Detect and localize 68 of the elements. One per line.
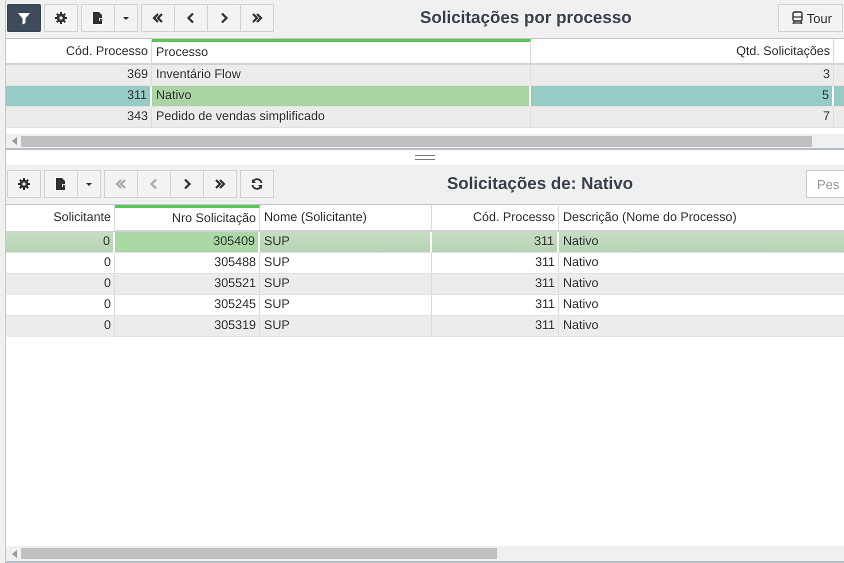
table-cell: 305245	[115, 295, 260, 314]
table-cell: 311	[432, 232, 559, 252]
table-cell: Nativo	[559, 253, 844, 272]
table-cell: 305319	[115, 316, 260, 336]
table-cell: 311	[6, 86, 152, 106]
table-cell: 305409	[115, 232, 260, 252]
table-cell: SUP	[260, 253, 432, 272]
table-cell: Nativo	[152, 86, 531, 106]
double-left-chevron-icon	[114, 177, 128, 191]
double-left-chevron-icon	[151, 11, 165, 25]
table-cell: 311	[432, 316, 559, 336]
splitter-handle[interactable]	[5, 150, 844, 165]
right-chevron-button[interactable]	[207, 4, 241, 32]
panel-title: Solicitações de: Nativo	[446, 174, 634, 194]
table-cell: Inventário Flow	[152, 65, 531, 85]
table-cell: 369	[6, 65, 152, 85]
right-chevron-button[interactable]	[170, 170, 204, 198]
double-right-chevron-button[interactable]	[240, 4, 274, 32]
double-right-chevron-icon	[213, 177, 227, 191]
table-cell: 305521	[115, 274, 260, 294]
tour-button[interactable]: Tour	[778, 4, 843, 32]
table-cell: SUP	[260, 274, 432, 294]
filter-icon	[17, 11, 31, 25]
column-header[interactable]: Processo	[152, 39, 531, 63]
table-cell: 311	[432, 295, 559, 314]
table-cell: SUP	[260, 232, 432, 252]
file-export-icon	[54, 177, 68, 191]
table-cell: Nativo	[559, 295, 844, 314]
table-cell: Nativo	[559, 316, 844, 336]
refresh-icon	[250, 177, 264, 191]
horizontal-scrollbar[interactable]	[6, 546, 844, 561]
double-left-chevron-button[interactable]	[141, 4, 175, 32]
table-cell: 305488	[115, 253, 260, 272]
bus-icon	[790, 11, 804, 25]
double-right-chevron-button[interactable]	[203, 170, 237, 198]
scrollbar-thumb[interactable]	[21, 136, 812, 147]
table-cell: 7	[531, 107, 834, 127]
file-export-button[interactable]	[44, 170, 78, 198]
table-cell: SUP	[260, 295, 432, 314]
panel-title: Solicitações por processo	[419, 8, 633, 28]
settings-icon	[54, 11, 68, 25]
table-cell: 0	[6, 232, 115, 252]
table-cell: 0	[6, 253, 115, 272]
table-cell: 0	[6, 316, 115, 336]
table-cell: 0	[6, 295, 115, 314]
table-cell: 343	[6, 107, 152, 127]
scrollbar-thumb[interactable]	[21, 548, 497, 559]
table-cell: Nativo	[559, 232, 844, 252]
double-right-chevron-icon	[250, 11, 264, 25]
filter-button[interactable]	[7, 4, 41, 32]
refresh-button[interactable]	[240, 170, 274, 198]
left-chevron-button[interactable]	[174, 4, 208, 32]
table-cell: 5	[531, 86, 834, 106]
settings-button[interactable]	[7, 170, 41, 198]
table-cell: SUP	[260, 316, 432, 336]
table-cell: 3	[531, 65, 834, 85]
table-cell: 311	[432, 274, 559, 294]
column-header[interactable]: Nro Solicitação	[115, 205, 260, 230]
table-cell: Nativo	[559, 274, 844, 294]
table-cell: 311	[432, 253, 559, 272]
table-cell: 0	[6, 274, 115, 294]
horizontal-scrollbar[interactable]	[6, 134, 844, 148]
file-export-button[interactable]	[81, 4, 115, 32]
search-field[interactable]: Pes	[806, 170, 844, 198]
table-cell: Pedido de vendas simplificado	[152, 107, 531, 127]
settings-icon	[17, 177, 31, 191]
file-export-icon	[91, 11, 105, 25]
settings-button[interactable]	[44, 4, 78, 32]
